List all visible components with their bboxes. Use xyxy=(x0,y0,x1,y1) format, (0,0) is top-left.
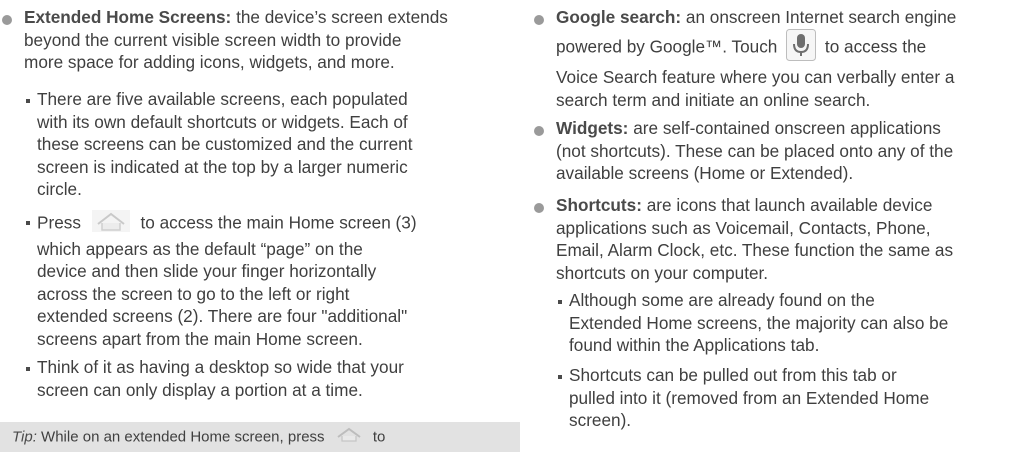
sub1-line-1: There are five available screens, each p… xyxy=(37,89,408,109)
extended-home-text-1: the device’s screen extends xyxy=(236,7,448,27)
sc-sub1-line-2: Extended Home screens, the majority can … xyxy=(569,312,949,333)
sub-bullet xyxy=(558,375,562,379)
sub2-line-3: device and then slide your finger horizo… xyxy=(37,261,377,281)
sub2-line-5: extended screens (2). There are four "ad… xyxy=(37,306,408,326)
bullet-dot xyxy=(534,126,544,136)
widgets-bullet: Widgets: are self-contained onscreen app… xyxy=(532,117,1023,185)
tip-label: Tip: xyxy=(12,428,37,446)
tip-text-after: to xyxy=(372,428,386,446)
sc-sub2-line-3: screen). xyxy=(569,410,632,430)
sc-sub2-line-2: pulled into it (removed from an Extended… xyxy=(569,387,930,408)
extended-home-text-2: beyond the current visible screen width … xyxy=(24,29,402,50)
sub-item-press-home: Press to access the main Home screen (3)… xyxy=(0,210,537,350)
microphone-icon xyxy=(786,28,817,67)
sub2-line-2: which appears as the default “page” on t… xyxy=(37,238,363,259)
sub1-line-5: circle. xyxy=(37,179,82,199)
widgets-title: Widgets: xyxy=(556,118,629,138)
sub1-line-4: screen is indicated at the top by a larg… xyxy=(37,156,408,177)
tip-text-before: While on an extended Home screen, press xyxy=(41,428,325,446)
google-text-2a: powered by Google™. Touch xyxy=(556,35,778,56)
extended-home-text-3: more space for adding icons, widgets, an… xyxy=(24,52,395,72)
sub-item-desktop: Think of it as having a desktop so wide … xyxy=(0,356,537,401)
sub-item-five-screens: There are five available screens, each p… xyxy=(0,88,537,201)
sub2-line-4: across the screen to go to the left or r… xyxy=(37,283,350,304)
bullet-dot xyxy=(534,203,544,213)
widgets-line-3: available screens (Home or Extended). xyxy=(556,163,854,183)
google-search-title: Google search: xyxy=(556,7,682,27)
sub2-press: Press xyxy=(37,212,81,233)
google-search-bullet: Google search: an onscreen Internet sear… xyxy=(532,6,1023,111)
shortcuts-line-4: shortcuts on your computer. xyxy=(556,262,769,283)
bullet-dot xyxy=(2,15,12,25)
home-icon xyxy=(333,426,365,449)
sub2-line-6: screens apart from the main Home screen. xyxy=(37,328,363,349)
shortcuts-sub-item-1: Although some are already found on the E… xyxy=(532,289,1023,357)
sub1-line-2: with its own default shortcuts or widget… xyxy=(37,111,408,132)
google-text-2b: to access the xyxy=(824,35,927,56)
sub-bullet xyxy=(558,300,562,304)
shortcuts-bullet: Shortcuts: are icons that launch availab… xyxy=(532,194,1023,284)
sub-bullet xyxy=(26,99,30,103)
sub1-line-3: these screens can be customized and the … xyxy=(37,134,413,154)
shortcuts-sub-item-2: Shortcuts can be pulled out from this ta… xyxy=(532,364,1023,432)
sc-sub1-line-1: Although some are already found on the xyxy=(569,290,875,310)
sc-sub1-line-3: found within the Applications tab. xyxy=(569,335,820,355)
sub-bullet xyxy=(26,367,30,371)
google-text-4: search term and initiate an online searc… xyxy=(556,89,871,110)
bullet-dot xyxy=(534,15,544,25)
google-text-3: Voice Search feature where you can verba… xyxy=(556,67,955,87)
google-text-1: an onscreen Internet search engine xyxy=(685,7,957,27)
sub3-line-1: Think of it as having a desktop so wide … xyxy=(37,357,404,377)
sub3-line-2: screen can only display a portion at a t… xyxy=(37,379,363,400)
extended-home-bullet: Extended Home Screens: the device’s scre… xyxy=(0,6,524,74)
shortcuts-line-3: Email, Alarm Clock, etc. These function … xyxy=(556,240,954,260)
sc-sub2-line-1: Shortcuts can be pulled out from this ta… xyxy=(569,365,897,385)
tip-box: Tip: While on an extended Home screen, p… xyxy=(0,422,520,452)
extended-home-title: Extended Home Screens: xyxy=(24,7,232,27)
widgets-line-1: are self-contained onscreen applications xyxy=(633,118,941,138)
shortcuts-line-2: applications such as Voicemail, Contacts… xyxy=(556,217,931,238)
shortcuts-line-1: are icons that launch available device xyxy=(646,195,933,215)
sub2-after-icon: to access the main Home screen (3) xyxy=(140,212,417,233)
sub-bullet xyxy=(26,221,30,225)
shortcuts-title: Shortcuts: xyxy=(556,195,642,215)
widgets-line-2: (not shortcuts). These can be placed ont… xyxy=(556,140,954,161)
home-icon xyxy=(91,210,130,238)
